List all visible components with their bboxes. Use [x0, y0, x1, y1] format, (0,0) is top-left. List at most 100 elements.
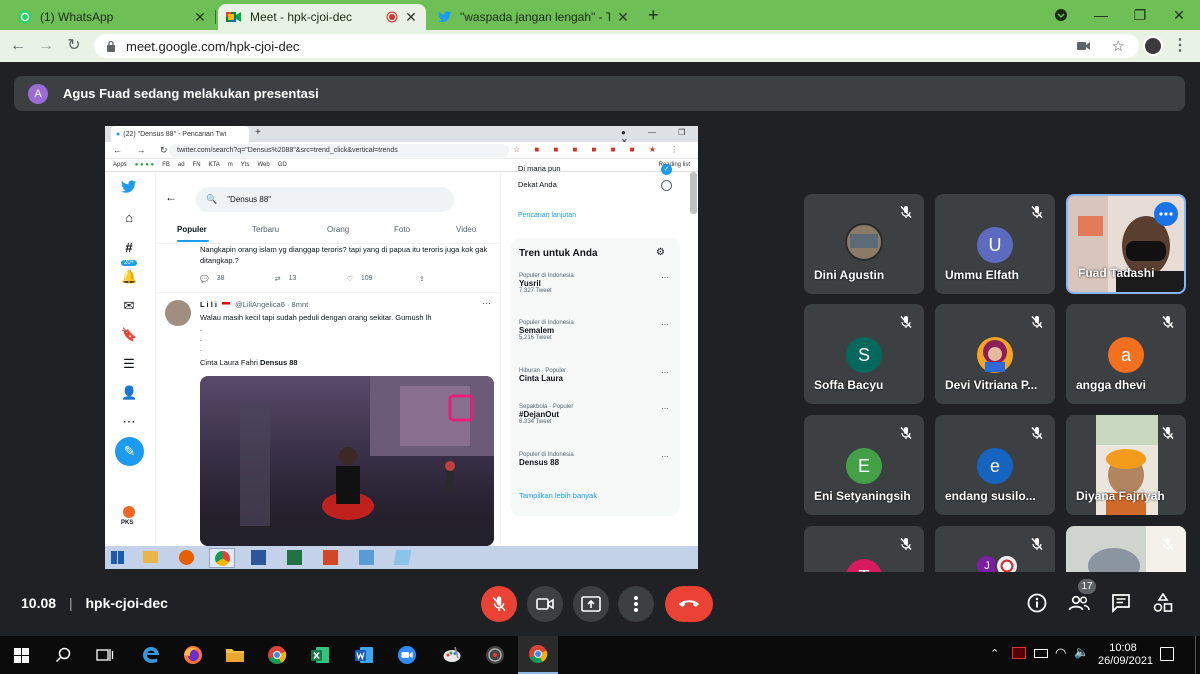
twitter-search-input[interactable]: 🔍 "Densus 88" — [196, 187, 454, 212]
tab-search-button[interactable] — [1052, 6, 1070, 24]
minimize-button[interactable]: — — [1092, 6, 1110, 24]
more-icon[interactable]: ⋯ — [121, 414, 137, 430]
show-more-link[interactable]: Tampilkan lebih banyak — [519, 491, 597, 500]
chrome-app[interactable] — [264, 642, 290, 668]
browser-menu-button[interactable]: ⋮ — [1170, 36, 1190, 56]
show-desktop-button[interactable] — [1195, 636, 1196, 674]
avatar[interactable] — [165, 300, 191, 326]
word-app[interactable] — [351, 642, 377, 668]
profile-icon[interactable]: 👤 — [121, 385, 137, 401]
participants-button[interactable]: 17 — [1066, 579, 1096, 616]
paint-app[interactable] — [439, 642, 465, 668]
tab-whatsapp[interactable]: (1) WhatsApp ✕ — [10, 4, 216, 30]
back-button[interactable]: ← — [8, 36, 28, 56]
tweet-video[interactable] — [200, 376, 494, 546]
bell-icon[interactable]: 🔔 — [121, 269, 137, 285]
close-window-button[interactable]: ✕ — [1170, 6, 1188, 24]
trend-item[interactable]: Hiburan · Populer Cinta Laura ⋯ — [519, 368, 669, 383]
trend-more-icon[interactable]: ⋯ — [661, 320, 669, 329]
participant-tile[interactable]: U Ummu Elfath — [935, 194, 1055, 294]
taskbar-clock[interactable]: 10:08 26/09/2021 — [1098, 642, 1153, 668]
activities-button[interactable] — [1150, 590, 1176, 616]
tab-video[interactable]: Video — [456, 225, 476, 234]
trend-item[interactable]: Populer di Indonesia Semalem 5.216 Tweet… — [519, 320, 669, 341]
tab-foto[interactable]: Foto — [394, 225, 410, 234]
reload-button[interactable]: ↻ — [64, 36, 84, 56]
participant-tile[interactable]: Devi Vitriana P... — [935, 304, 1055, 404]
tray-security-icon[interactable] — [1012, 647, 1026, 659]
leave-call-button[interactable] — [665, 586, 713, 622]
file-explorer-app[interactable] — [222, 642, 248, 668]
tab-meet[interactable]: Meet - hpk-cjoi-dec ✕ — [218, 4, 426, 30]
participant-tile[interactable]: a angga dhevi — [1066, 304, 1186, 404]
search-button[interactable] — [50, 642, 76, 668]
like-icon[interactable]: ♡ — [347, 275, 353, 283]
zoom-app[interactable] — [394, 642, 420, 668]
chrome-active-window[interactable] — [518, 636, 558, 674]
mic-toggle-button[interactable] — [481, 586, 517, 622]
task-view-button[interactable] — [92, 642, 118, 668]
tweet-compose-button[interactable]: ✎ — [115, 437, 144, 466]
trend-item[interactable]: Sepakbola · Populer #DejanOut 6.334 Twee… — [519, 404, 669, 425]
wifi-icon[interactable]: ◠ — [1055, 645, 1066, 661]
twitter-logo-icon[interactable] — [121, 180, 137, 196]
trend-more-icon[interactable]: ⋯ — [661, 452, 669, 461]
participant-tile[interactable]: E Eni Setyaningsih — [804, 415, 924, 515]
close-icon[interactable]: ✕ — [616, 9, 630, 26]
edge-app[interactable] — [138, 642, 164, 668]
participant-tile[interactable]: Diyana Fajriyah — [1066, 415, 1186, 515]
start-button[interactable] — [8, 642, 34, 668]
participant-tile[interactable]: Dini Agustin — [804, 194, 924, 294]
tab-twitter[interactable]: "waspada jangan lengah" - Twitte ✕ — [430, 4, 638, 30]
new-tab-button[interactable]: + — [648, 5, 659, 26]
reply-icon[interactable]: 💬 — [200, 275, 209, 283]
forward-button[interactable]: → — [36, 36, 56, 56]
profile-avatar[interactable] — [1143, 36, 1163, 56]
meeting-details[interactable]: 10.08 | hpk-cjoi-dec — [21, 595, 168, 611]
firefox-app[interactable] — [180, 642, 206, 668]
advanced-search-link[interactable]: Pencarian lanjutan — [518, 212, 576, 219]
close-icon[interactable]: ✕ — [404, 9, 418, 26]
trend-more-icon[interactable]: ⋯ — [661, 368, 669, 377]
location-option[interactable]: Dekat Anda — [518, 180, 678, 191]
mail-icon[interactable]: ✉ — [121, 298, 137, 314]
checked-icon[interactable]: ✓ — [661, 164, 672, 175]
tray-chevron-icon[interactable]: ⌃ — [990, 647, 999, 660]
present-now-button[interactable] — [573, 586, 609, 622]
camera-toggle-button[interactable] — [527, 586, 563, 622]
gear-icon[interactable]: ⚙ — [656, 247, 665, 258]
shared-screen[interactable]: ● (22) "Densus 88" - Pencarian Twi + ● —… — [105, 126, 698, 569]
back-arrow-icon[interactable]: ← — [165, 190, 177, 204]
more-options-button[interactable] — [1154, 202, 1178, 226]
bookmark-star-icon[interactable]: ☆ — [1112, 37, 1125, 55]
location-option[interactable]: Di mana pun ✓ — [518, 164, 678, 175]
excel-app[interactable] — [307, 642, 333, 668]
share-icon[interactable]: ⇪ — [419, 275, 425, 283]
close-icon[interactable]: ✕ — [193, 9, 207, 26]
trend-more-icon[interactable]: ⋯ — [661, 404, 669, 413]
trend-item[interactable]: Populer di Indonesia Yusril 7.327 Tweet … — [519, 273, 669, 294]
participant-tile[interactable]: e endang susilo... — [935, 415, 1055, 515]
notification-icon[interactable] — [1160, 647, 1174, 661]
participant-tile[interactable]: S Soffa Bacyu — [804, 304, 924, 404]
scrollbar[interactable] — [690, 172, 697, 214]
camera-icon[interactable] — [1077, 41, 1091, 51]
hashtag-icon[interactable]: # — [121, 240, 137, 256]
media-app[interactable] — [482, 642, 508, 668]
more-options-button[interactable] — [618, 586, 654, 622]
trend-item[interactable]: Populer di Indonesia Densus 88 ⋯ — [519, 452, 669, 467]
bookmark-icon[interactable]: 🔖 — [121, 327, 137, 343]
participant-tile[interactable]: Fuad Tadashi — [1066, 194, 1186, 294]
tab-populer[interactable]: Populer — [177, 225, 207, 234]
chat-button[interactable] — [1108, 590, 1134, 616]
retweet-icon[interactable]: ⇄ — [275, 275, 281, 283]
radio-icon[interactable] — [661, 180, 672, 191]
battery-icon[interactable] — [1034, 649, 1048, 658]
trend-more-icon[interactable]: ⋯ — [661, 273, 669, 282]
home-icon[interactable]: ⌂ — [121, 210, 137, 226]
address-bar[interactable]: meet.google.com/hpk-cjoi-dec ☆ — [94, 34, 1139, 58]
restore-button[interactable]: ❐ — [1131, 6, 1149, 24]
tab-terbaru[interactable]: Terbaru — [252, 225, 279, 234]
list-icon[interactable]: ☰ — [121, 356, 137, 372]
tab-orang[interactable]: Orang — [327, 225, 349, 234]
